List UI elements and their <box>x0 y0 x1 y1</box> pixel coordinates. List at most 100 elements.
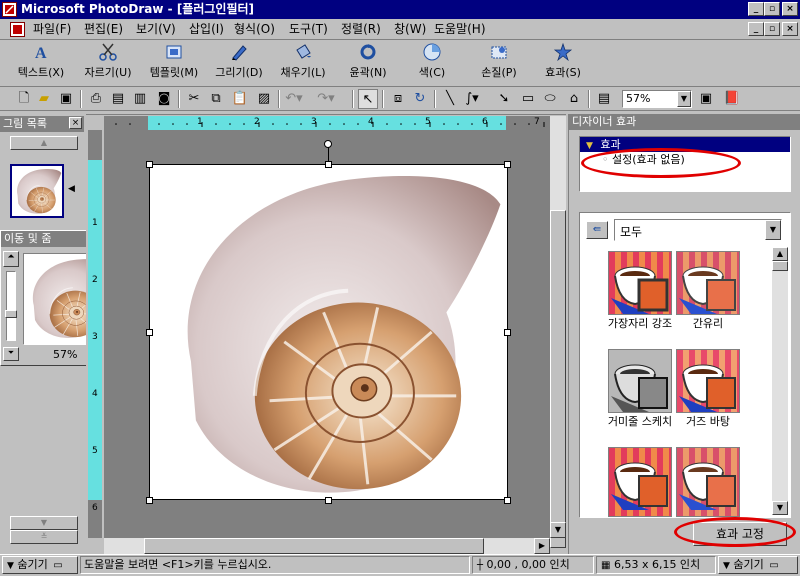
menu-help[interactable]: 도움말(H) <box>434 19 486 39</box>
effect-scrollbar[interactable]: ▲ ▼ <box>772 247 788 515</box>
resize-handle-nw[interactable] <box>146 161 153 168</box>
redo-icon: ↷▾ <box>317 91 335 106</box>
print-preview-button[interactable]: ▤ <box>108 89 128 109</box>
zoom-in-button[interactable]: ⏶ <box>3 251 19 267</box>
panel-icon: ▭ <box>53 560 63 571</box>
line-icon: ╲ <box>446 91 454 106</box>
zoom-slider-thumb[interactable] <box>5 310 17 318</box>
menu-view[interactable]: 보기(V) <box>136 19 176 39</box>
zoom-fit-button[interactable]: ▣ <box>696 89 716 109</box>
outline-tool-button[interactable]: 윤곽(N) <box>344 42 392 86</box>
scan-button[interactable]: ▥ <box>130 89 150 109</box>
menu-file[interactable]: 파일(F) <box>33 19 71 39</box>
app-icon[interactable] <box>2 2 17 17</box>
rotate-handle[interactable] <box>324 140 332 148</box>
image-frame[interactable] <box>149 164 508 500</box>
gallery-scroll-end[interactable]: ≚ <box>10 530 78 544</box>
group-button[interactable]: ⧈ <box>388 89 408 109</box>
crop-tool-button[interactable]: 자르기(U) <box>80 42 136 86</box>
template-tool-button[interactable]: 템플릿(M) <box>144 42 204 86</box>
effect-category-select[interactable]: 모두 ▼ <box>614 219 782 241</box>
camera-button[interactable]: ◙ <box>154 89 174 109</box>
zoom-slider[interactable] <box>5 271 17 341</box>
effect-scroll-up[interactable]: ▲ <box>772 247 788 261</box>
menu-insert[interactable]: 삽입(I) <box>189 19 224 39</box>
rectangle-button[interactable]: ▭ <box>518 89 538 109</box>
arrow-button[interactable]: ➘ <box>494 89 514 109</box>
undo-button[interactable]: ↶▾ <box>284 89 304 109</box>
line-button[interactable]: ╲ <box>440 89 460 109</box>
resize-handle-e[interactable] <box>504 329 511 336</box>
hide-right-button[interactable]: ▼ 숨기기 ▭ <box>718 556 798 574</box>
doc-minimize-button[interactable]: _ <box>748 22 764 36</box>
menu-edit[interactable]: 편집(E) <box>84 19 123 39</box>
menu-arrange[interactable]: 정렬(R) <box>341 19 381 39</box>
text-box-button[interactable]: ▤ <box>594 89 614 109</box>
minimize-button[interactable]: _ <box>748 2 764 16</box>
resize-handle-se[interactable] <box>504 497 511 504</box>
rotate-button[interactable]: ↻ <box>410 89 430 109</box>
hscroll-thumb[interactable] <box>144 538 484 554</box>
effect-thumbnail[interactable] <box>676 349 740 413</box>
copy-button[interactable]: ⧉ <box>206 89 226 109</box>
hscroll-right-button[interactable]: ▶ <box>534 538 550 554</box>
format-painter-button[interactable]: ▨ <box>254 89 274 109</box>
close-button[interactable]: × <box>782 2 798 16</box>
gallery-scroll-down[interactable]: ▼ <box>10 516 78 530</box>
resize-handle-w[interactable] <box>146 329 153 336</box>
effect-scroll-thumb[interactable] <box>772 261 788 271</box>
canvas-vscrollbar[interactable]: ▼ <box>550 116 566 548</box>
resize-handle-s[interactable] <box>325 497 332 504</box>
cut-button[interactable]: ✂ <box>184 89 204 109</box>
text-tool-button[interactable]: A 텍스트(X) <box>12 42 70 86</box>
resize-handle-n[interactable] <box>325 161 332 168</box>
effect-thumbnail[interactable] <box>608 349 672 413</box>
effect-back-button[interactable]: ⇚ <box>586 221 608 239</box>
paste-button[interactable]: 📋 <box>230 89 250 109</box>
redo-button[interactable]: ↷▾ <box>316 89 336 109</box>
close-icon[interactable]: × <box>69 117 82 129</box>
pointer-button[interactable]: ↖ <box>358 89 378 109</box>
draw-tool-button[interactable]: 그리기(D) <box>210 42 268 86</box>
vscroll-down-button[interactable]: ▼ <box>550 522 566 538</box>
effect-thumbnail[interactable] <box>676 447 740 517</box>
new-button[interactable]: 🗋 <box>14 89 34 109</box>
curve-button[interactable]: ∫▾ <box>462 89 482 109</box>
color-tool-button[interactable]: 색(C) <box>410 42 454 86</box>
doc-close-button[interactable]: × <box>782 22 798 36</box>
menu-window[interactable]: 창(W) <box>394 19 426 39</box>
canvas-hscrollbar[interactable]: ▶ <box>104 538 550 554</box>
resize-handle-sw[interactable] <box>146 497 153 504</box>
effect-thumbnail[interactable] <box>608 251 672 315</box>
resize-handle-ne[interactable] <box>504 161 511 168</box>
hide-left-button[interactable]: ▼ 숨기기 ▭ <box>2 556 78 574</box>
menu-tools[interactable]: 도구(T) <box>289 19 328 39</box>
gallery-thumbnail[interactable] <box>10 164 64 218</box>
doc-icon[interactable] <box>10 22 25 37</box>
color-icon <box>423 43 441 61</box>
menu-format[interactable]: 형식(O) <box>234 19 275 39</box>
coffee-cup-icon <box>611 462 668 510</box>
effect-scroll-down[interactable]: ▼ <box>772 501 788 515</box>
help-book-button[interactable]: 📕 <box>722 89 742 109</box>
zoom-out-button[interactable]: ⏷ <box>3 347 19 361</box>
print-button[interactable]: ⎙ <box>86 89 106 109</box>
fill-tool-button[interactable]: 채우기(L) <box>274 42 332 86</box>
maximize-button[interactable]: ▫ <box>764 2 780 16</box>
save-button[interactable]: ▣ <box>56 89 76 109</box>
effect-thumbnail[interactable] <box>676 251 740 315</box>
zoom-dropdown-icon[interactable]: ▼ <box>677 91 691 107</box>
vscroll-thumb[interactable] <box>550 210 566 548</box>
category-dropdown-icon[interactable]: ▼ <box>765 220 781 240</box>
ellipse-button[interactable]: ⬭ <box>540 89 560 109</box>
zoom-select[interactable]: 57% ▼ <box>622 90 692 108</box>
gallery-scroll-up[interactable]: ▲ <box>10 136 78 150</box>
shape-button[interactable]: ⌂ <box>564 89 584 109</box>
effect-thumbnail[interactable] <box>608 447 672 517</box>
effects-tool-button[interactable]: 효과(S) <box>540 42 586 86</box>
paste-icon: 📋 <box>231 91 249 106</box>
open-button[interactable]: ▰ <box>34 89 54 109</box>
panel-icon: ▭ <box>769 560 779 571</box>
doc-restore-button[interactable]: ▫ <box>764 22 780 36</box>
touchup-tool-button[interactable]: 손질(P) <box>474 42 524 86</box>
